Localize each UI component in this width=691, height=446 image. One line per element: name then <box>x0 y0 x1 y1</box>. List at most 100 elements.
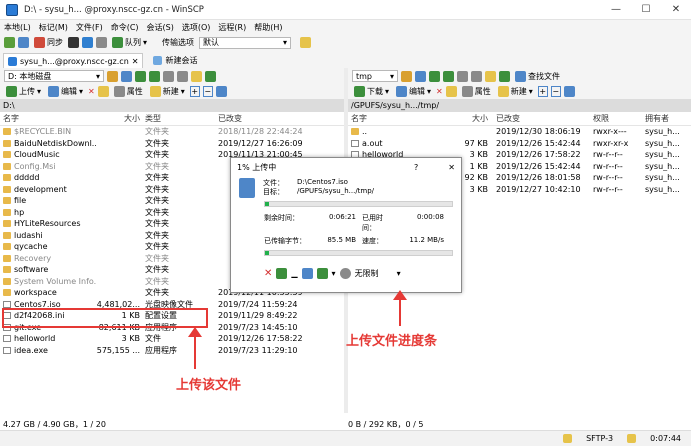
speed-limit-dropdown[interactable]: ▾ <box>397 269 401 278</box>
menu-remote[interactable]: 远程(R) <box>218 22 246 33</box>
new-button[interactable]: 新建 ▾ <box>496 86 535 97</box>
remote-action-toolbar: 下载 ▾ 编辑 ▾ ✕ 属性 新建 ▾ + − <box>348 84 691 99</box>
expand-icon[interactable]: + <box>189 86 200 97</box>
delete-icon[interactable]: ✕ <box>88 87 95 96</box>
putty-icon[interactable] <box>82 37 93 48</box>
cancel-icon[interactable]: ✕ <box>264 268 272 279</box>
remote-dir-select[interactable]: tmp ▾ <box>352 70 398 82</box>
once-done-icon[interactable] <box>301 268 313 279</box>
title-bar: D:\ - sysu_h... @proxy.nscc-gz.cn - WinS… <box>0 0 691 20</box>
select-icon[interactable] <box>563 86 575 97</box>
minimize-icon[interactable]: ▁ <box>291 269 297 278</box>
root-dir-icon[interactable] <box>177 70 188 82</box>
move-to-background-icon[interactable] <box>276 268 288 279</box>
help-button[interactable]: ? <box>414 163 418 172</box>
edit-button[interactable]: 编辑 ▾ <box>46 86 85 97</box>
sync-browse-icon[interactable] <box>4 37 15 48</box>
filter-icon[interactable] <box>415 70 426 82</box>
menu-options[interactable]: 选项(O) <box>182 22 211 33</box>
filter-icon[interactable] <box>121 70 132 82</box>
chevron-down-icon[interactable]: ▾ <box>332 269 336 278</box>
menu-mark[interactable]: 标记(M) <box>39 22 68 33</box>
table-row[interactable]: helloworld 3 KB 文件 2019/12/26 17:58:22 <box>0 333 344 345</box>
minimize-button[interactable]: — <box>601 0 631 20</box>
collapse-icon[interactable]: − <box>202 86 213 97</box>
settings-icon[interactable] <box>316 268 328 279</box>
select-icon[interactable] <box>215 86 227 97</box>
close-tab-icon[interactable]: ✕ <box>132 57 139 66</box>
file-size: 575,155 ... <box>96 345 140 355</box>
open-folder-icon[interactable] <box>401 70 412 82</box>
preferences-icon[interactable] <box>96 37 107 48</box>
home-icon[interactable] <box>485 70 496 82</box>
terminal-icon[interactable] <box>68 37 79 48</box>
local-status: 4.27 GB / 4.90 GB，1 / 20 <box>3 419 106 429</box>
home-icon[interactable] <box>191 70 202 82</box>
close-button[interactable]: ✕ <box>661 0 691 20</box>
back-icon[interactable] <box>429 70 440 82</box>
tab-session[interactable]: sysu_h...@proxy.nscc-gz.cn ✕ <box>3 53 144 68</box>
table-row[interactable]: .. 2019/12/30 18:06:19 rwxr-x--- sysu_h... <box>348 126 691 138</box>
menu-file[interactable]: 文件(F) <box>76 22 103 33</box>
col-permissions[interactable]: 权限 <box>588 113 640 124</box>
local-drive-select[interactable]: D: 本地磁盘 ▾ <box>4 70 104 82</box>
col-size[interactable]: 大小 <box>444 113 488 124</box>
transferred-label: 已传输字节： <box>264 237 306 245</box>
collapse-icon[interactable]: − <box>550 86 561 97</box>
find-files-button[interactable]: 查找文件 <box>513 70 562 82</box>
col-modified[interactable]: 已改变 <box>488 113 588 124</box>
properties-button[interactable]: 属性 <box>460 86 493 97</box>
speed-limit-value[interactable]: 无限制 <box>355 268 379 279</box>
col-type[interactable]: 类型 <box>140 113 212 124</box>
expand-icon[interactable]: + <box>537 86 548 97</box>
rename-icon[interactable] <box>445 86 457 97</box>
maximize-button[interactable]: ☐ <box>631 0 661 20</box>
rename-icon[interactable] <box>97 86 109 97</box>
upload-button[interactable]: 上传 ▾ <box>4 86 43 97</box>
file-type: 文件夹 <box>145 265 169 275</box>
back-icon[interactable] <box>135 70 146 82</box>
table-row[interactable]: BaiduNetdiskDownl... 文件夹 2019/12/27 16:26:… <box>0 138 344 150</box>
queue-button[interactable]: 队列 ▾ <box>110 37 149 48</box>
col-owner[interactable]: 拥有者 <box>640 113 682 124</box>
open-folder-icon[interactable] <box>107 70 118 82</box>
menu-command[interactable]: 命令(C) <box>111 22 139 33</box>
dialog-close-button[interactable]: ✕ <box>448 163 455 172</box>
col-modified[interactable]: 已改变 <box>212 113 332 124</box>
remaining-value: 0:06:21 <box>329 213 356 221</box>
parent-dir-icon[interactable] <box>457 70 468 82</box>
delete-icon[interactable]: ✕ <box>436 87 443 96</box>
properties-button[interactable]: 属性 <box>112 86 145 97</box>
download-button[interactable]: 下载 ▾ <box>352 86 391 97</box>
parent-dir-icon[interactable] <box>163 70 174 82</box>
col-name[interactable]: 名字 <box>0 113 96 124</box>
table-row[interactable]: idea.exe 575,155 ... 应用程序 2019/7/23 11:29:1… <box>0 345 344 357</box>
table-row[interactable]: $RECYCLE.BIN 文件夹 2018/11/28 22:44:24 <box>0 126 344 138</box>
forward-icon[interactable] <box>149 70 160 82</box>
forward-icon[interactable] <box>443 70 454 82</box>
edit-button[interactable]: 编辑 ▾ <box>394 86 433 97</box>
file-name-text: Config.Msi <box>14 161 56 171</box>
menu-session[interactable]: 会话(S) <box>147 22 174 33</box>
new-button[interactable]: 新建 ▾ <box>148 86 187 97</box>
transfer-settings-select[interactable]: 默认 ▾ <box>199 36 292 49</box>
file-name-text: software <box>14 265 49 275</box>
tab-new-session[interactable]: 新建会话 <box>149 53 201 68</box>
sync-button[interactable]: 同步 <box>32 37 65 48</box>
status-bar: 4.27 GB / 4.90 GB，1 / 20 0 B / 292 KB，0 … <box>0 418 691 430</box>
root-dir-icon[interactable] <box>471 70 482 82</box>
col-size[interactable]: 大小 <box>96 113 140 124</box>
col-name[interactable]: 名字 <box>348 113 444 124</box>
transfer-options-label: 传输选项 <box>162 38 195 47</box>
file-name-text: workspace <box>14 288 57 298</box>
menu-local[interactable]: 本地(L) <box>4 22 31 33</box>
transfer-settings-icon[interactable] <box>300 37 312 48</box>
menu-help[interactable]: 帮助(H) <box>254 22 282 33</box>
compare-icon[interactable] <box>18 37 29 48</box>
refresh-icon[interactable] <box>499 70 510 82</box>
refresh-icon[interactable] <box>205 70 216 82</box>
file-name-text: hp <box>14 207 25 217</box>
main-toolbar: 同步 队列 ▾ 传输选项 默认 ▾ <box>0 34 691 51</box>
table-row[interactable]: a.out 97 KB 2019/12/26 15:42:44 rwxr-xr-x sy… <box>348 138 691 150</box>
folder-icon <box>3 231 11 239</box>
